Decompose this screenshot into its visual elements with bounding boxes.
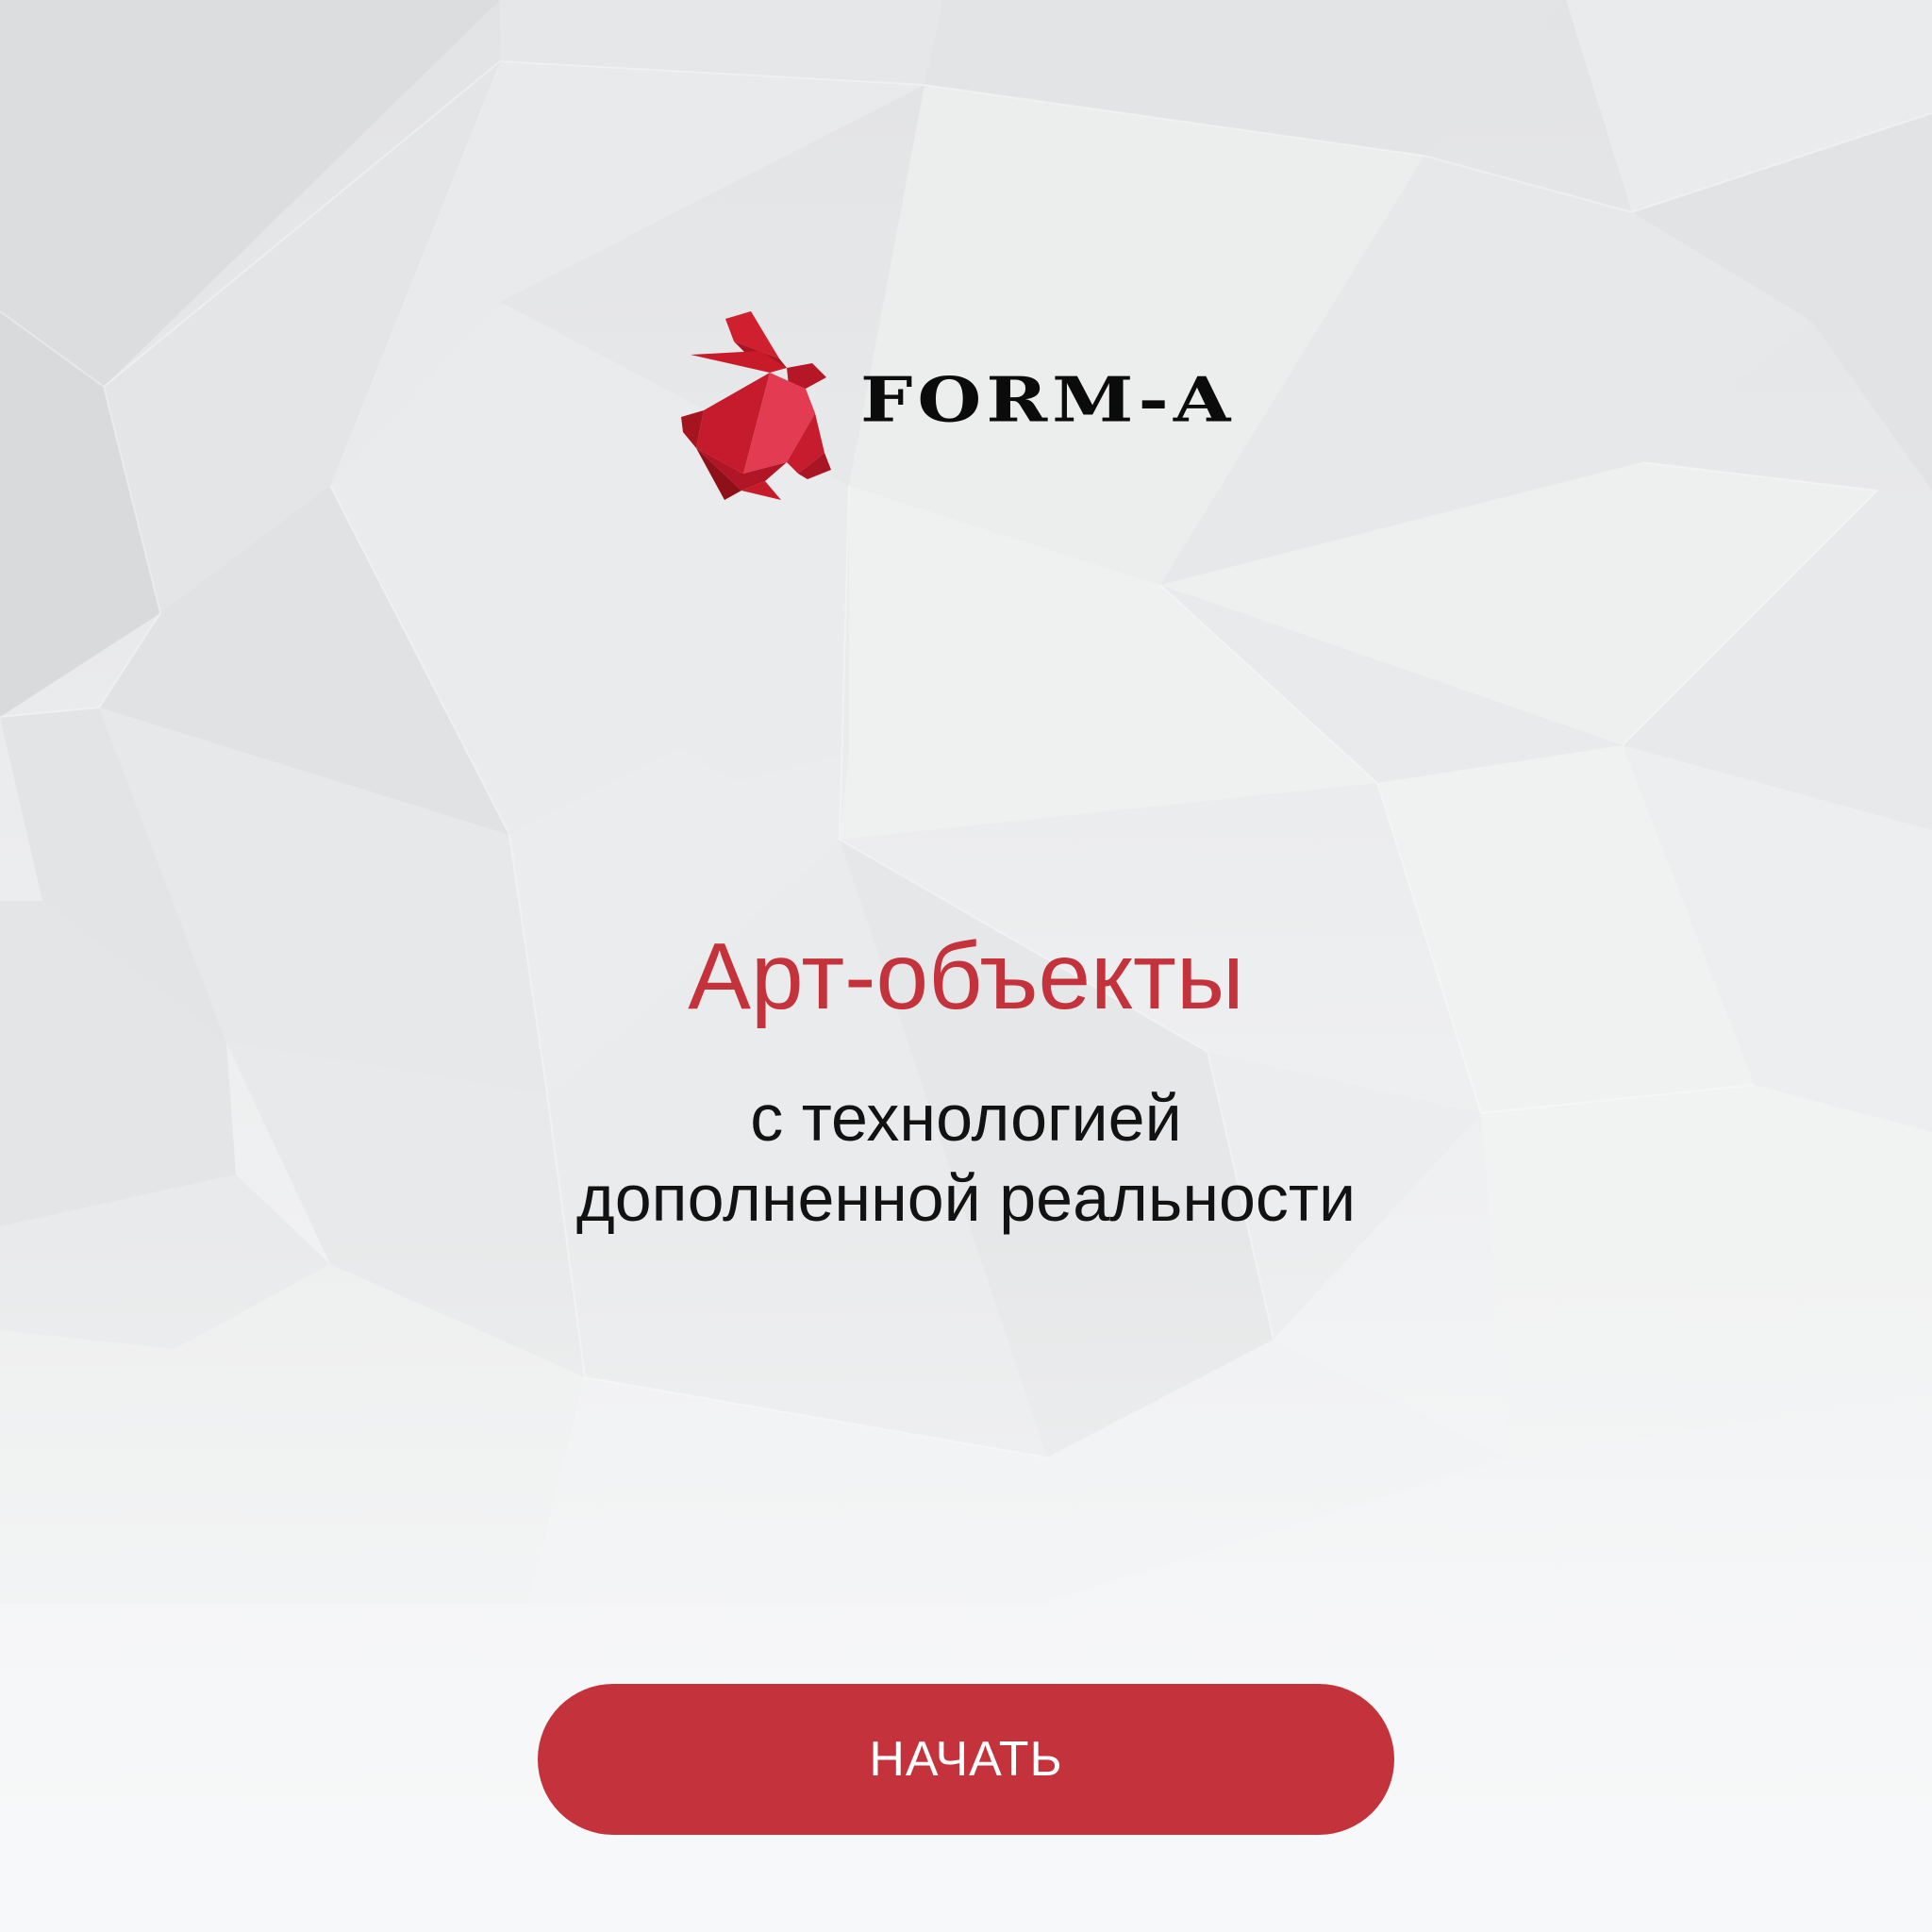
start-button[interactable]: НАЧАТЬ bbox=[538, 1684, 1394, 1835]
subtitle-line-2: дополненной реальности bbox=[575, 1161, 1357, 1235]
brand-name: FORM-A bbox=[860, 364, 1236, 437]
subtitle-line-1: с технологией bbox=[750, 1081, 1182, 1155]
page-title: Арт-объекты bbox=[688, 924, 1244, 1029]
welcome-screen: FORM-A Арт-объекты с технологией дополне… bbox=[0, 0, 1932, 1932]
start-button-label: НАЧАТЬ bbox=[869, 1732, 1063, 1787]
origami-rabbit-icon bbox=[681, 311, 831, 500]
